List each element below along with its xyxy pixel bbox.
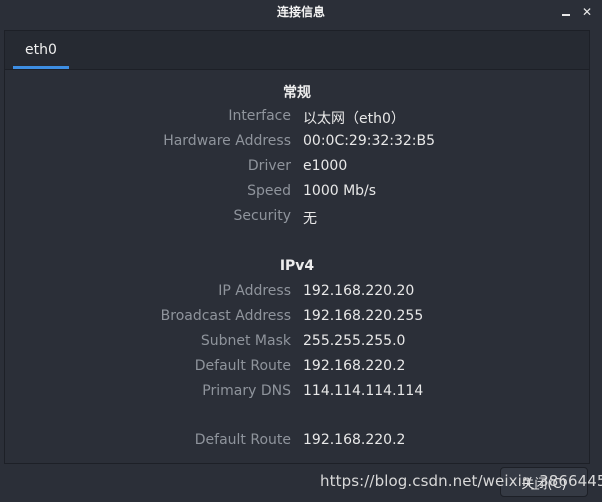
row-label: Subnet Mask xyxy=(200,333,291,349)
row-value: 00:0C:29:32:32:B5 xyxy=(303,133,436,149)
info-row-ip-address: IP Address 192.168.220.20 xyxy=(5,283,589,303)
tab-eth0[interactable]: eth0 xyxy=(13,31,69,69)
connection-info-window: 连接信息 ✕ eth0 常规 Interface 以太网（eth0） Hardw… xyxy=(0,0,602,502)
info-row-subnet-mask: Subnet Mask 255.255.255.0 xyxy=(5,333,589,353)
row-value: 192.168.220.2 xyxy=(303,358,406,374)
row-label: Default Route xyxy=(194,358,291,374)
row-label: IP Address xyxy=(218,283,291,299)
row-value: 192.168.220.2 xyxy=(303,432,406,448)
tab-panel: eth0 常规 Interface 以太网（eth0） Hardware Add… xyxy=(4,30,590,464)
row-value: e1000 xyxy=(303,158,348,174)
row-value: 192.168.220.20 xyxy=(303,283,415,299)
row-label: Hardware Address xyxy=(163,133,291,149)
row-label: Primary DNS xyxy=(202,383,291,399)
minimize-button[interactable] xyxy=(558,4,574,20)
row-value: 无 xyxy=(303,211,317,227)
close-window-button[interactable]: ✕ xyxy=(579,4,595,20)
window-title: 连接信息 xyxy=(276,5,325,19)
minimize-icon xyxy=(562,8,570,16)
row-label: Security xyxy=(233,208,292,224)
close-button[interactable]: 关闭(C) xyxy=(500,467,588,497)
info-row-speed: Speed 1000 Mb/s xyxy=(5,183,589,203)
info-row-interface: Interface 以太网（eth0） xyxy=(5,108,589,128)
info-row-ipv6-default-route: Default Route 192.168.220.2 xyxy=(5,432,589,452)
row-value: 114.114.114.114 xyxy=(303,383,424,399)
tab-content: 常规 Interface 以太网（eth0） Hardware Address … xyxy=(5,70,589,463)
row-label: Driver xyxy=(247,158,291,174)
row-label: Default Route xyxy=(194,432,291,448)
row-value: 以太网（eth0） xyxy=(303,111,405,127)
row-value: 255.255.255.0 xyxy=(303,333,406,349)
row-value: 192.168.220.255 xyxy=(303,308,424,324)
row-label: Speed xyxy=(247,183,291,199)
close-icon: ✕ xyxy=(581,5,593,19)
row-value: 1000 Mb/s xyxy=(303,183,377,199)
info-row-broadcast-address: Broadcast Address 192.168.220.255 xyxy=(5,308,589,328)
general-heading: 常规 xyxy=(283,85,311,101)
info-row-primary-dns: Primary DNS 114.114.114.114 xyxy=(5,383,589,403)
row-label: Interface xyxy=(228,108,291,124)
tab-bar: eth0 xyxy=(5,31,589,70)
ipv4-heading: IPv4 xyxy=(279,258,315,274)
info-row-security: Security 无 xyxy=(5,208,589,228)
row-label: Broadcast Address xyxy=(160,308,291,324)
info-row-driver: Driver e1000 xyxy=(5,158,589,178)
info-row-default-route: Default Route 192.168.220.2 xyxy=(5,358,589,378)
title-bar: 连接信息 ✕ xyxy=(0,0,602,26)
info-row-hardware-address: Hardware Address 00:0C:29:32:32:B5 xyxy=(5,133,589,153)
